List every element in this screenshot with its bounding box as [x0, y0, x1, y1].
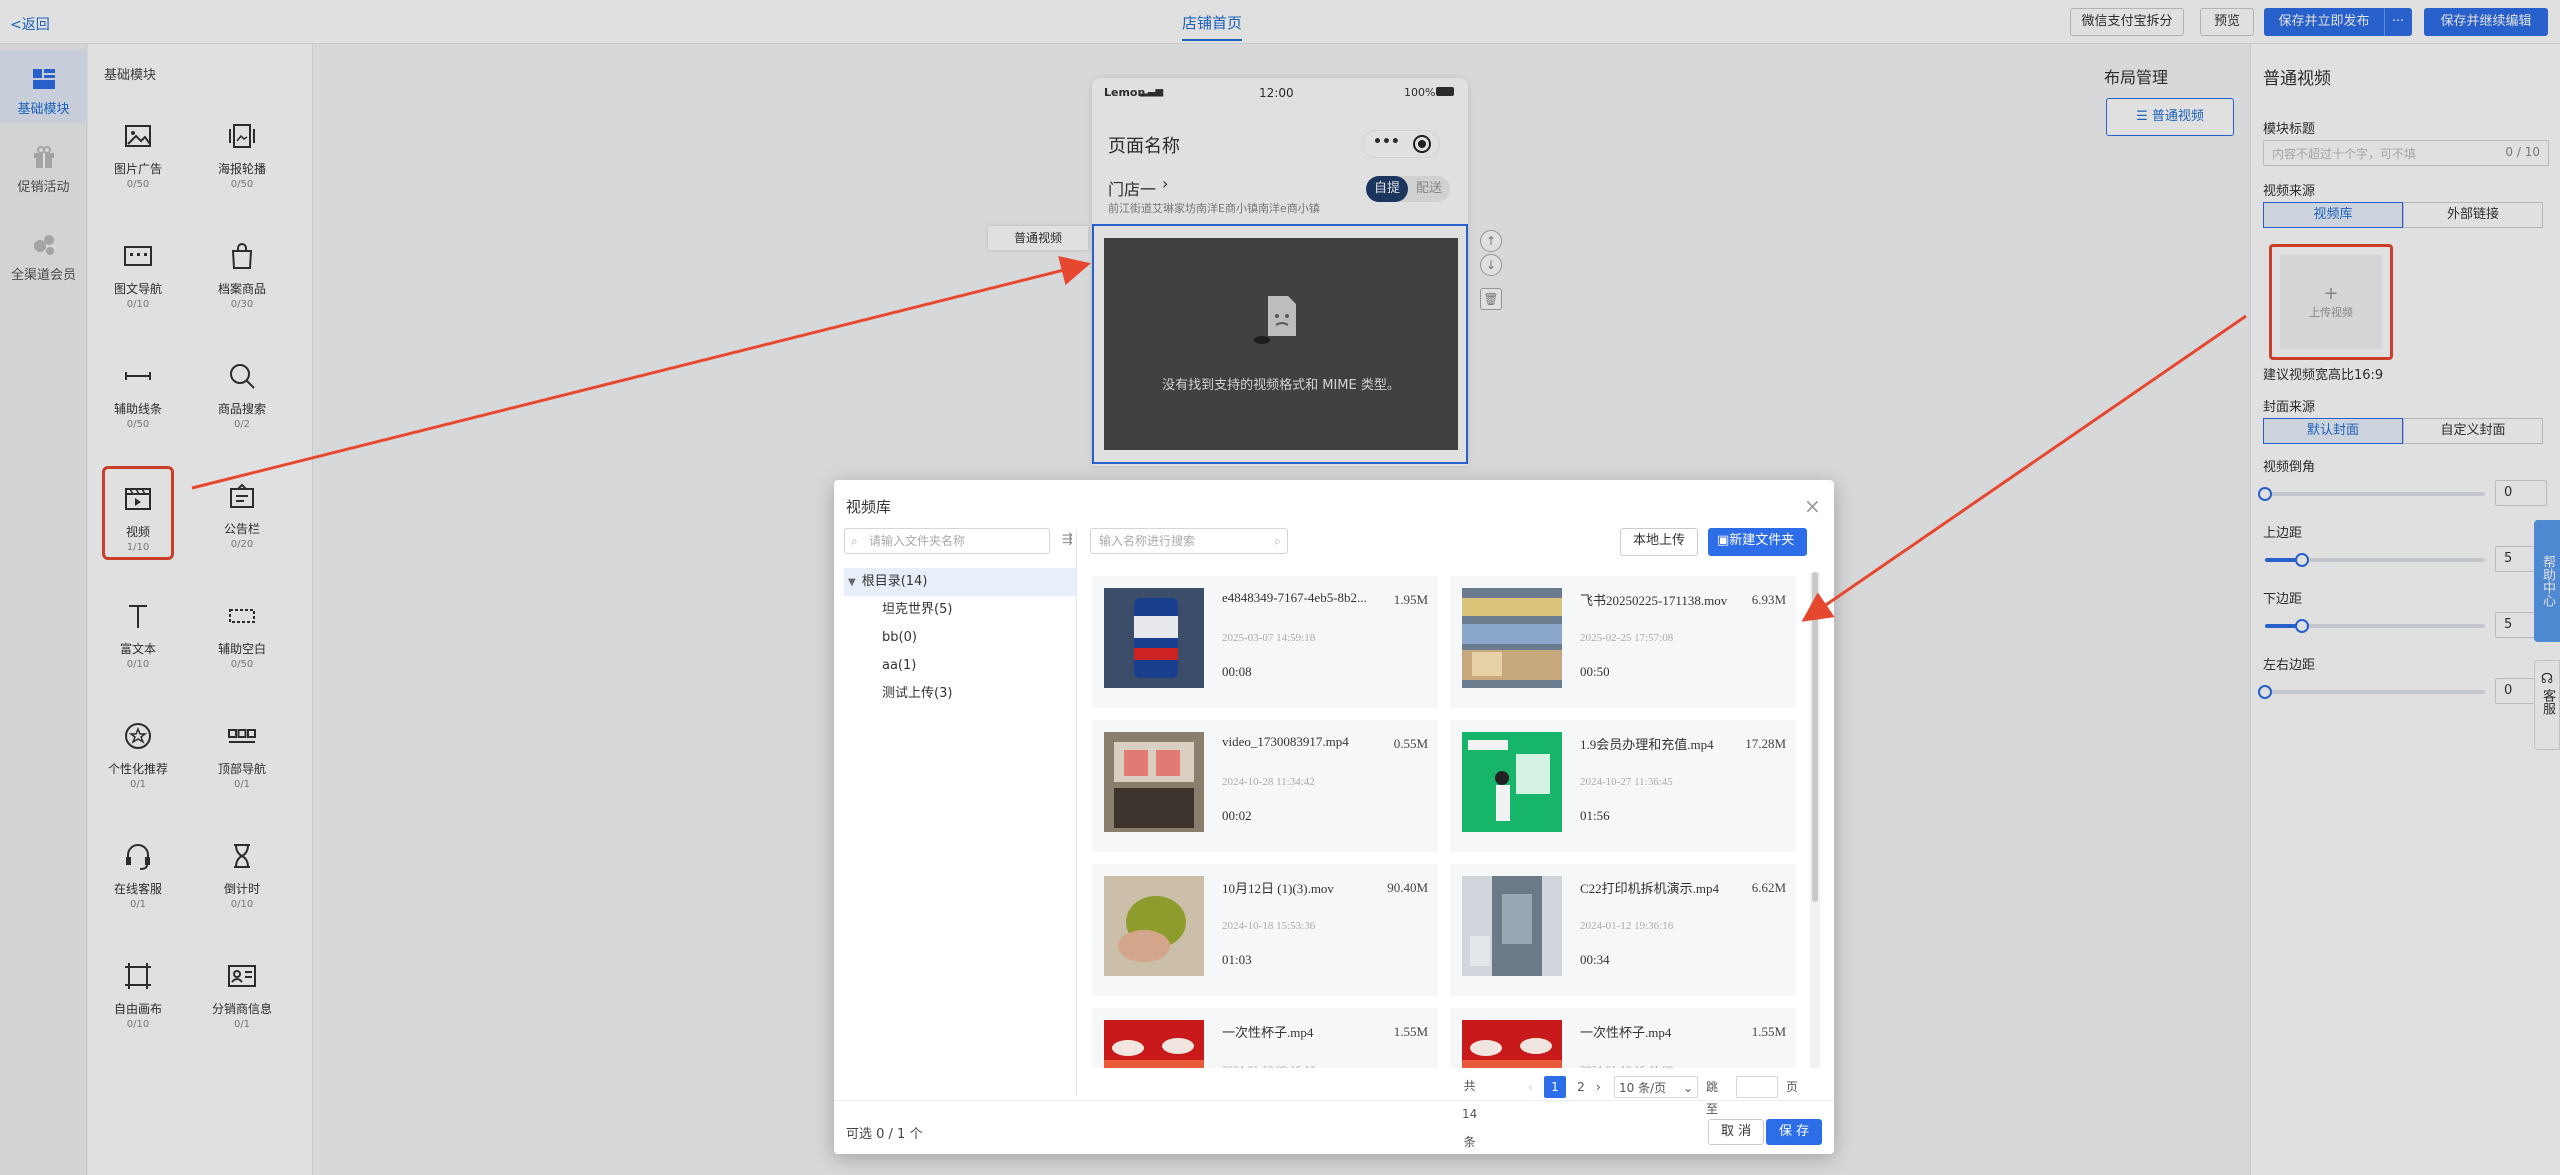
- page-size-select[interactable]: 10 条/页 ⌄: [1614, 1076, 1698, 1098]
- search-icon: ⌕: [851, 534, 858, 548]
- video-duration: 00:02: [1222, 808, 1252, 823]
- video-card[interactable]: 一次性杯子.mp4 1.55M 2024-01-10 16:41:09: [1450, 1008, 1796, 1068]
- folder-search-input[interactable]: ⌕ 请输入文件夹名称: [844, 528, 1050, 554]
- file-search-input[interactable]: 输入名称进行搜索 ⌕: [1090, 528, 1288, 554]
- video-name: video_1730083917.mp4: [1222, 734, 1349, 749]
- prev-page-icon[interactable]: ‹: [1528, 1076, 1533, 1098]
- video-size: 0.55M: [1393, 736, 1428, 751]
- pager-total: 共 14 条: [1462, 1079, 1478, 1149]
- video-library-modal: 视频库 × ⌕ 请输入文件夹名称 ⇶ ▼ 根目录(14) 坦克世界(5) bb(0) a…: [834, 480, 1834, 1154]
- video-name: 一次性杯子.mp4: [1580, 1025, 1672, 1040]
- goto-page-input[interactable]: [1736, 1076, 1778, 1098]
- video-thumbnail: [1104, 732, 1204, 832]
- video-duration: 00:08: [1222, 664, 1252, 679]
- video-thumbnail: [1462, 732, 1562, 832]
- video-duration: 01:56: [1580, 808, 1610, 823]
- video-date: 2024-10-27 11:36:45: [1580, 776, 1673, 788]
- video-thumbnail: [1104, 1020, 1204, 1068]
- tree-folder[interactable]: aa(1): [844, 652, 1076, 680]
- video-name: e4848349-7167-4eb5-8b2...: [1222, 590, 1367, 605]
- tree-label: bb(0): [882, 630, 917, 645]
- video-duration: 01:03: [1222, 952, 1252, 967]
- video-card[interactable]: 1.9会员办理和充值.mp4 17.28M 2024-10-27 11:36:45 0…: [1450, 720, 1796, 852]
- video-size: 6.93M: [1751, 592, 1786, 607]
- video-date: 2024-01-12 19:36:16: [1580, 920, 1674, 932]
- video-size: 6.62M: [1751, 880, 1786, 895]
- video-card[interactable]: 飞书20250225-171138.mov 6.93M 2025-02-25 17:…: [1450, 576, 1796, 708]
- cancel-button[interactable]: 取 消: [1708, 1119, 1765, 1145]
- tree-label: 根目录(14): [861, 574, 928, 589]
- page-suffix: 页: [1786, 1080, 1799, 1094]
- close-icon[interactable]: ×: [1804, 494, 1821, 518]
- video-name: 飞书20250225-171138.mov: [1580, 593, 1728, 608]
- video-date: 2024-01-10 16:41:09: [1580, 1064, 1673, 1068]
- video-date: 2024-10-18 15:53:36: [1222, 920, 1316, 932]
- caret-down-icon[interactable]: ▼: [848, 577, 856, 588]
- video-name: 1.9会员办理和充值.mp4: [1580, 737, 1714, 752]
- video-date: 2025-03-07 14:59:18: [1222, 632, 1316, 644]
- page-1[interactable]: 1: [1544, 1076, 1566, 1098]
- video-size: 1.55M: [1393, 1024, 1428, 1039]
- video-name: 10月12日 (1)(3).mov: [1222, 881, 1334, 896]
- video-date: 2024-01-12 09:16:13: [1222, 1064, 1315, 1068]
- new-folder-icon: ▣: [1717, 533, 1730, 548]
- video-name: C22打印机拆机演示.mp4: [1580, 881, 1720, 896]
- goto-label: 跳至: [1706, 1080, 1719, 1116]
- video-card[interactable]: 一次性杯子.mp4 1.55M 2024-01-12 09:16:13: [1092, 1008, 1438, 1068]
- tree-label: 坦克世界(5): [882, 602, 953, 617]
- tree-root[interactable]: ▼ 根目录(14): [844, 568, 1076, 596]
- video-size: 90.40M: [1387, 880, 1428, 895]
- video-size: 1.95M: [1393, 592, 1428, 607]
- tree-label: 测试上传(3): [882, 686, 953, 701]
- tree-folder[interactable]: 坦克世界(5): [844, 596, 1076, 624]
- selected-count: 可选 0 / 1 个: [846, 1127, 923, 1142]
- folder-tree: ▼ 根目录(14) 坦克世界(5) bb(0) aa(1) 测试上传(3): [844, 568, 1076, 708]
- video-date: 2025-02-25 17:57:08: [1580, 632, 1674, 644]
- video-size: 17.28M: [1745, 736, 1786, 751]
- modal-title: 视频库: [846, 498, 892, 516]
- video-thumbnail: [1104, 588, 1204, 688]
- tree-folder[interactable]: 测试上传(3): [844, 680, 1076, 708]
- video-card[interactable]: e4848349-7167-4eb5-8b2... 1.95M 2025-03-07…: [1092, 576, 1438, 708]
- video-card[interactable]: C22打印机拆机演示.mp4 6.62M 2024-01-12 19:36:16 00…: [1450, 864, 1796, 996]
- video-duration: 00:34: [1580, 952, 1610, 967]
- new-folder-button[interactable]: ▣新建文件夹: [1708, 528, 1808, 556]
- chevron-down-icon: ⌄: [1682, 1081, 1693, 1095]
- video-name: 一次性杯子.mp4: [1222, 1025, 1314, 1040]
- collapse-tree-icon[interactable]: ⇶: [1062, 532, 1073, 547]
- page-size-value: 10 条/页: [1619, 1081, 1667, 1095]
- new-folder-label: 新建文件夹: [1729, 533, 1795, 548]
- page-2[interactable]: 2: [1572, 1076, 1590, 1098]
- video-thumbnail: [1462, 876, 1562, 976]
- tree-folder[interactable]: bb(0): [844, 624, 1076, 652]
- file-search-placeholder: 输入名称进行搜索: [1099, 534, 1196, 548]
- video-duration: 00:50: [1580, 664, 1610, 679]
- tree-label: aa(1): [882, 658, 917, 673]
- search-icon[interactable]: ⌕: [1274, 529, 1281, 553]
- scroll-thumb[interactable]: [1812, 572, 1818, 902]
- video-thumbnail: [1104, 876, 1204, 976]
- video-card[interactable]: 10月12日 (1)(3).mov 90.40M 2024-10-18 15:53:…: [1092, 864, 1438, 996]
- video-card[interactable]: video_1730083917.mp4 0.55M 2024-10-28 11:3…: [1092, 720, 1438, 852]
- next-page-icon[interactable]: ›: [1596, 1076, 1601, 1098]
- modal-footer: 可选 0 / 1 个 取 消 保 存: [834, 1100, 1834, 1154]
- folder-search-placeholder: 请输入文件夹名称: [869, 534, 966, 548]
- video-size: 1.55M: [1751, 1024, 1786, 1039]
- video-thumbnail: [1462, 588, 1562, 688]
- local-upload-button[interactable]: 本地上传: [1620, 528, 1699, 556]
- video-date: 2024-10-28 11:34:42: [1222, 776, 1315, 788]
- tree-divider: [1076, 530, 1077, 1096]
- video-grid-scrollbar[interactable]: [1810, 572, 1820, 1068]
- save-button[interactable]: 保 存: [1766, 1119, 1823, 1145]
- video-thumbnail: [1462, 1020, 1562, 1068]
